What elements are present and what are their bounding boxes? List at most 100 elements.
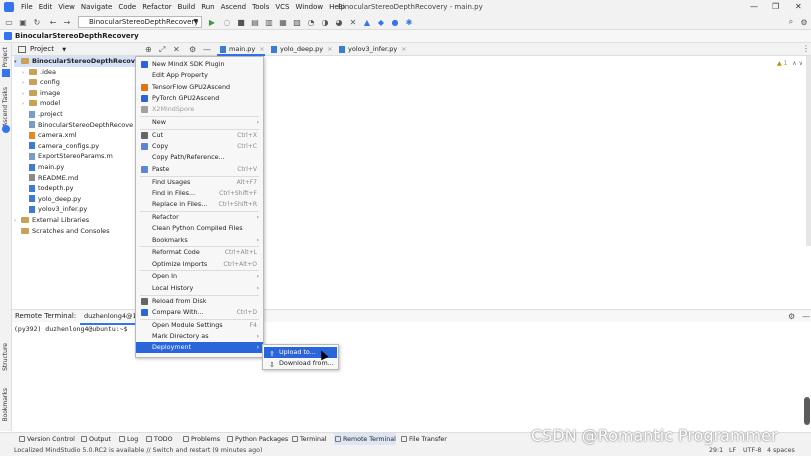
stop-icon[interactable]: ■ [236, 17, 246, 27]
menu-code[interactable]: Code [115, 0, 139, 14]
open-folder-icon[interactable]: ▭ [4, 17, 14, 27]
panel-settings-icon[interactable]: ⚙ [189, 45, 196, 54]
context-menu-item-optimize-imports[interactable]: Optimize Imports Ctrl+Alt+O [136, 259, 263, 270]
settings-gear-icon[interactable]: ⚙ [799, 17, 809, 27]
next-highlight-icon[interactable]: ∨ [799, 60, 803, 67]
context-menu-item-edit-app-property[interactable]: Edit App Property [136, 70, 263, 81]
tree-item[interactable]: › .idea [22, 67, 135, 78]
close-tab-icon[interactable]: × [259, 45, 264, 53]
breadcrumb-project[interactable]: BinocularStereoDepthRecovery [15, 32, 139, 40]
menu-view[interactable]: View [55, 0, 78, 14]
context-menu-item-new-mindx-sdk-plugin[interactable]: New MindX SDK Plugin [136, 59, 263, 70]
tree-item[interactable]: › config [22, 77, 135, 88]
locate-file-icon[interactable]: ⊕ [145, 45, 152, 54]
collapse-all-icon[interactable]: ✕ [173, 45, 180, 54]
side-scroll-handle[interactable] [804, 397, 810, 425]
editor-tab-main[interactable]: main.py × [217, 43, 265, 56]
ascend-tool-4-icon[interactable]: ▧ [292, 17, 302, 27]
tree-item[interactable]: › External Libraries [14, 215, 135, 226]
context-menu-item-deployment[interactable]: Deployment › [136, 342, 263, 354]
tree-item[interactable]: Scratches and Consoles [14, 226, 135, 237]
ascend-tool-10-icon[interactable]: ◆ [376, 17, 386, 27]
project-tool-icon[interactable] [2, 69, 10, 77]
ascend-tool-9-icon[interactable]: ▲ [362, 17, 372, 27]
context-menu-item-reload-from-disk[interactable]: Reload from Disk [136, 296, 263, 307]
save-icon[interactable]: ▣ [18, 17, 28, 27]
close-tab-icon[interactable]: × [401, 45, 406, 53]
menu-vcs[interactable]: VCS [272, 0, 292, 14]
line-separator[interactable]: LF [729, 445, 736, 456]
context-menu-item-pytorch-gpu2ascend[interactable]: PyTorch GPU2Ascend [136, 93, 263, 104]
chevron-down-icon[interactable]: ▼ [62, 47, 66, 53]
context-menu-item-local-history[interactable]: Local History › [136, 283, 263, 294]
terminal-settings-icon[interactable]: ⚙ [788, 310, 795, 323]
tree-item[interactable]: camera_configs.py [22, 141, 135, 152]
menu-window[interactable]: Window [292, 0, 326, 14]
close-tab-icon[interactable]: × [327, 45, 332, 53]
tree-item[interactable]: › image [22, 88, 135, 99]
context-menu-item-replace-in-files[interactable]: Replace in Files... Ctrl+Shift+R [136, 199, 263, 210]
ascend-tool-8-icon[interactable]: ✕ [348, 17, 358, 27]
ascend-tool-1-icon[interactable]: ▤ [250, 17, 260, 27]
ascend-tool-2-icon[interactable]: ▥ [264, 17, 274, 27]
debug-icon[interactable]: ◌ [222, 17, 232, 27]
hide-terminal-icon[interactable]: — [802, 310, 810, 323]
context-menu-item-tensorflow-gpu2ascend[interactable]: TensorFlow GPU2Ascend [136, 82, 263, 93]
more-tabs-icon[interactable]: ⋮ [802, 44, 810, 53]
context-menu-item-paste[interactable]: Paste Ctrl+V [136, 164, 263, 175]
structure-tool-button[interactable]: Structure [2, 343, 9, 371]
project-tool-window-button[interactable]: Project [2, 47, 9, 68]
minimize-button[interactable]: — [750, 0, 758, 14]
menu-tools[interactable]: Tools [249, 0, 272, 14]
tree-item[interactable]: yolov3_infer.py [22, 204, 135, 215]
editor-tab-yolo-deep[interactable]: yolo_deep.py × [268, 43, 333, 56]
tree-item[interactable]: › model [22, 98, 135, 109]
expand-caret-icon[interactable]: ▾ [14, 57, 21, 68]
indent-setting[interactable]: 4 spaces [767, 445, 795, 456]
caret-position[interactable]: 29:1 [709, 445, 723, 456]
context-menu-item-find-in-files[interactable]: Find in Files... Ctrl+Shift+F [136, 188, 263, 199]
tree-item[interactable]: BinocularStereoDepthRecove [22, 120, 135, 131]
context-menu-item-copy[interactable]: Copy Ctrl+C [136, 141, 263, 152]
menu-file[interactable]: File [18, 0, 36, 14]
ascend-tasks-icon[interactable] [2, 125, 10, 133]
context-menu-item-copy-path-reference[interactable]: Copy Path/Reference... [136, 152, 263, 163]
close-window-button[interactable]: ✕ [795, 0, 802, 14]
ascend-tool-7-icon[interactable]: ◕ [334, 17, 344, 27]
tree-item[interactable]: README.md [22, 173, 135, 184]
context-menu-item-new[interactable]: New › [136, 117, 263, 128]
tree-item[interactable]: ▾ BinocularStereoDepthRecovery [14, 56, 147, 68]
context-menu-item-refactor[interactable]: Refactor › [136, 212, 263, 223]
ascend-tasks-button[interactable]: Ascend Tasks [2, 87, 9, 127]
editor-tab-yolov3-infer[interactable]: yolov3_infer.py × [336, 43, 407, 56]
ascend-tool-3-icon[interactable]: ▦ [278, 17, 288, 27]
tree-item[interactable]: main.py [22, 162, 135, 173]
tree-item[interactable]: ExportStereoParams.m [22, 151, 135, 162]
menu-edit[interactable]: Edit [36, 0, 56, 14]
context-menu-item-reformat-code[interactable]: Reformat Code Ctrl+Alt+L [136, 247, 263, 258]
context-menu-item-cut[interactable]: Cut Ctrl+X [136, 130, 263, 141]
context-menu-item-open-in[interactable]: Open In › [136, 271, 263, 282]
maximize-button[interactable]: ❐ [772, 0, 779, 14]
editor-scrollbar[interactable] [806, 56, 811, 246]
menu-build[interactable]: Build [175, 0, 199, 14]
inspection-widget[interactable]: ▲ 1 ∧ ∨ [777, 60, 803, 67]
context-menu-item-clean-python-compiled-files[interactable]: Clean Python Compiled Files [136, 223, 263, 234]
project-panel-title[interactable]: Project [30, 45, 54, 53]
menu-navigate[interactable]: Navigate [78, 0, 115, 14]
status-message[interactable]: Localized MindStudio 5.0.RC2 is availabl… [14, 445, 262, 456]
tree-item[interactable]: .project [22, 109, 135, 120]
context-menu-item-open-module-settings[interactable]: Open Module Settings F4 [136, 320, 263, 331]
previous-highlight-icon[interactable]: ∧ [792, 60, 796, 67]
expand-all-icon[interactable]: ⤢ [159, 45, 165, 55]
tree-item[interactable]: todepth.py [22, 183, 135, 194]
menu-refactor[interactable]: Refactor [139, 0, 174, 14]
download-from-menu-item[interactable]: ⇩ Download from... [264, 358, 337, 369]
menu-run[interactable]: Run [198, 0, 217, 14]
ascend-tool-5-icon[interactable]: ◔ [306, 17, 316, 27]
tree-item[interactable]: yolo_deep.py [22, 194, 135, 205]
run-icon[interactable]: ▶ [207, 17, 217, 27]
tree-item[interactable]: camera.xml [22, 130, 135, 141]
context-menu-item-mark-directory-as[interactable]: Mark Directory as › [136, 331, 263, 342]
menu-ascend[interactable]: Ascend [218, 0, 249, 14]
